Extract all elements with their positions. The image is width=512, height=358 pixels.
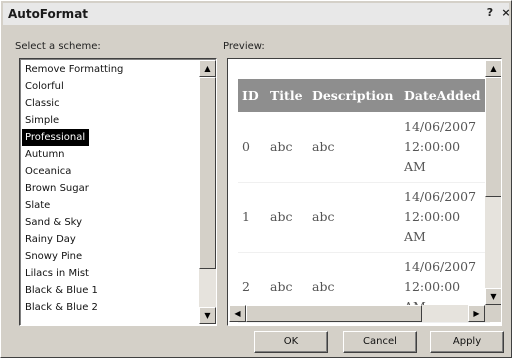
- scroll-down-arrow-icon[interactable]: ▼: [199, 307, 216, 324]
- preview-table: ID Title Description DateAdded 0 abc abc…: [238, 79, 490, 323]
- title-bar: AutoFormat ? ×: [3, 3, 512, 25]
- ampm-line: AM: [404, 158, 426, 174]
- cell-title: abc: [266, 112, 308, 183]
- scrollbar-corner: [485, 305, 501, 322]
- scheme-item[interactable]: Slate: [22, 200, 50, 211]
- preview-vertical-scrollbar[interactable]: ▲ ▼: [485, 60, 501, 305]
- cell-dateadded: 14/06/2007 12:00:00 AM: [400, 182, 490, 253]
- scroll-left-arrow-icon[interactable]: ◀: [229, 305, 246, 322]
- ok-button[interactable]: OK: [254, 331, 328, 353]
- scheme-item[interactable]: Black & Blue 2: [22, 302, 98, 313]
- scheme-list-scrollbar[interactable]: ▲ ▼: [199, 60, 216, 324]
- scheme-item[interactable]: Lilacs in Mist: [22, 268, 89, 279]
- scheme-item[interactable]: Sand & Sky: [22, 217, 82, 228]
- dialog-title: AutoFormat: [8, 7, 89, 21]
- scheme-item-row: Sand & Sky: [22, 214, 198, 231]
- scheme-item[interactable]: Classic: [22, 98, 60, 109]
- scheme-item[interactable]: Colorful: [22, 81, 64, 92]
- help-button[interactable]: ?: [482, 6, 498, 20]
- autoformat-dialog: AutoFormat ? × Select a scheme: Preview:…: [0, 0, 512, 358]
- scheme-item-row: Rainy Day: [22, 231, 198, 248]
- table-row: 1 abc abc 14/06/2007 12:00:00 AM: [238, 182, 490, 253]
- preview-pane: ID Title Description DateAdded 0 abc abc…: [227, 58, 502, 326]
- scroll-up-arrow-icon[interactable]: ▲: [199, 60, 216, 77]
- select-scheme-label: Select a scheme:: [15, 41, 101, 52]
- close-button[interactable]: ×: [498, 6, 512, 20]
- date-line: 14/06/2007: [404, 189, 477, 204]
- scheme-item[interactable]: Snowy Pine: [22, 251, 82, 262]
- scheme-item-row: Brown Sugar: [22, 180, 198, 197]
- scheme-item-row: Oceanica: [22, 163, 198, 180]
- scheme-item-row: Classic: [22, 95, 198, 112]
- cell-dateadded: 14/06/2007 12:00:00 AM: [400, 112, 490, 183]
- scroll-right-arrow-icon[interactable]: ▶: [468, 305, 485, 322]
- scheme-item-selected[interactable]: Professional: [22, 129, 90, 147]
- scheme-item[interactable]: Oceanica: [22, 166, 71, 177]
- scheme-item-row: Slate: [22, 197, 198, 214]
- scheme-item-row: Simple: [22, 112, 198, 129]
- scheme-item-row: Professional: [22, 129, 198, 147]
- scheme-item-row: Autumn: [22, 146, 198, 163]
- date-line: 14/06/2007: [404, 259, 477, 274]
- scheme-list: Remove Formatting Colorful Classic Simpl…: [22, 61, 198, 316]
- time-line: 12:00:00: [404, 209, 461, 224]
- time-line: 12:00:00: [404, 279, 461, 294]
- preview-header-row: ID Title Description DateAdded: [238, 79, 490, 112]
- column-header-title: Title: [266, 79, 308, 112]
- scrollbar-thumb[interactable]: [199, 77, 216, 269]
- cancel-button[interactable]: Cancel: [343, 331, 417, 353]
- scroll-down-arrow-icon[interactable]: ▼: [485, 288, 501, 305]
- scheme-item-row: Black & Blue 1: [22, 282, 198, 299]
- date-line: 14/06/2007: [404, 118, 477, 134]
- scheme-listbox[interactable]: Remove Formatting Colorful Classic Simpl…: [19, 58, 217, 326]
- scheme-item[interactable]: Black & Blue 1: [22, 285, 98, 296]
- scheme-item[interactable]: Simple: [22, 115, 59, 126]
- time-line: 12:00:00: [404, 138, 461, 154]
- column-header-dateadded: DateAdded: [400, 79, 490, 112]
- scheme-item[interactable]: Autumn: [22, 149, 65, 160]
- scheme-item-row: Remove Formatting: [22, 61, 198, 78]
- scheme-item-row: Snowy Pine: [22, 248, 198, 265]
- scrollbar-thumb[interactable]: [485, 77, 501, 197]
- scrollbar-thumb[interactable]: [246, 305, 422, 322]
- scheme-item[interactable]: Remove Formatting: [22, 64, 123, 75]
- scroll-up-arrow-icon[interactable]: ▲: [485, 60, 501, 77]
- cell-description: abc: [308, 112, 400, 183]
- cell-id: 1: [238, 182, 266, 253]
- scheme-item-row: Black & Blue 2: [22, 299, 198, 316]
- cell-description: abc: [308, 182, 400, 253]
- scheme-item-row: Lilacs in Mist: [22, 265, 198, 282]
- apply-button[interactable]: Apply: [430, 331, 504, 353]
- ampm-line: AM: [404, 229, 426, 244]
- preview-horizontal-scrollbar[interactable]: ◀ ▶: [229, 305, 485, 322]
- scheme-item[interactable]: Brown Sugar: [22, 183, 89, 194]
- table-row: 0 abc abc 14/06/2007 12:00:00 AM: [238, 112, 490, 183]
- cell-id: 0: [238, 112, 266, 183]
- column-header-id: ID: [238, 79, 266, 112]
- scheme-item[interactable]: Rainy Day: [22, 234, 76, 245]
- preview-label: Preview:: [223, 41, 265, 52]
- column-header-description: Description: [308, 79, 400, 112]
- cell-title: abc: [266, 182, 308, 253]
- scheme-item-row: Colorful: [22, 78, 198, 95]
